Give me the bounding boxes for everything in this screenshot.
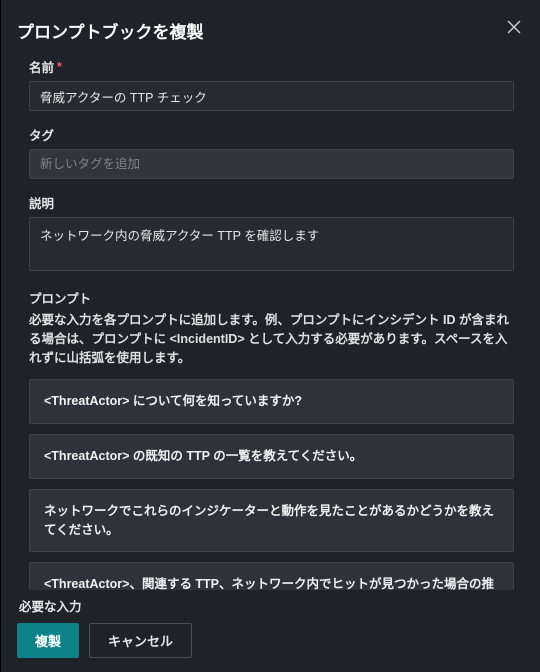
cancel-button[interactable]: キャンセル [89, 623, 192, 658]
required-marker: * [57, 60, 62, 74]
required-inputs-label: 必要な入力 [17, 596, 524, 615]
prompts-label: プロンプト [29, 288, 514, 307]
dialog-title: プロンプトブックを複製 [17, 18, 204, 43]
prompt-item[interactable]: <ThreatActor>、関連する TTP、ネットワーク内でヒットが見つかった… [29, 562, 514, 590]
duplicate-promptbook-dialog: プロンプトブックを複製 名前 * タグ 説明 プロンプト [0, 0, 540, 672]
dialog-footer: 必要な入力 複製 キャンセル [17, 590, 524, 658]
description-field-group: 説明 [29, 193, 514, 274]
tag-label: タグ [29, 125, 514, 144]
tag-input[interactable] [29, 149, 514, 179]
prompt-item[interactable]: <ThreatActor> の既知の TTP の一覧を教えてください。 [29, 434, 514, 479]
prompt-item[interactable]: <ThreatActor> について何を知っていますか? [29, 379, 514, 424]
prompt-item[interactable]: ネットワークでこれらのインジケーターと動作を見たことがあるかどうかを教えてくださ… [29, 489, 514, 553]
name-field-group: 名前 * [29, 57, 514, 111]
prompts-hint: 必要な入力を各プロンプトに追加します。例、プロンプトにインシデント ID が含ま… [29, 311, 514, 367]
name-input[interactable] [29, 81, 514, 111]
duplicate-button[interactable]: 複製 [17, 623, 79, 658]
prompts-section: プロンプト 必要な入力を各プロンプトに追加します。例、プロンプトにインシデント … [29, 288, 514, 590]
close-icon [507, 20, 521, 37]
dialog-body: 名前 * タグ 説明 プロンプト 必要な入力を各プロンプトに追加します。例、プロ… [17, 57, 524, 590]
name-label-text: 名前 [29, 57, 54, 76]
close-button[interactable] [504, 18, 524, 38]
description-label: 説明 [29, 193, 514, 212]
footer-actions: 複製 キャンセル [17, 623, 524, 658]
tag-field-group: タグ [29, 125, 514, 179]
prompt-list: <ThreatActor> について何を知っていますか? <ThreatActo… [29, 379, 514, 590]
dialog-header: プロンプトブックを複製 [17, 18, 524, 43]
description-input[interactable] [29, 217, 514, 271]
name-label: 名前 * [29, 57, 514, 76]
